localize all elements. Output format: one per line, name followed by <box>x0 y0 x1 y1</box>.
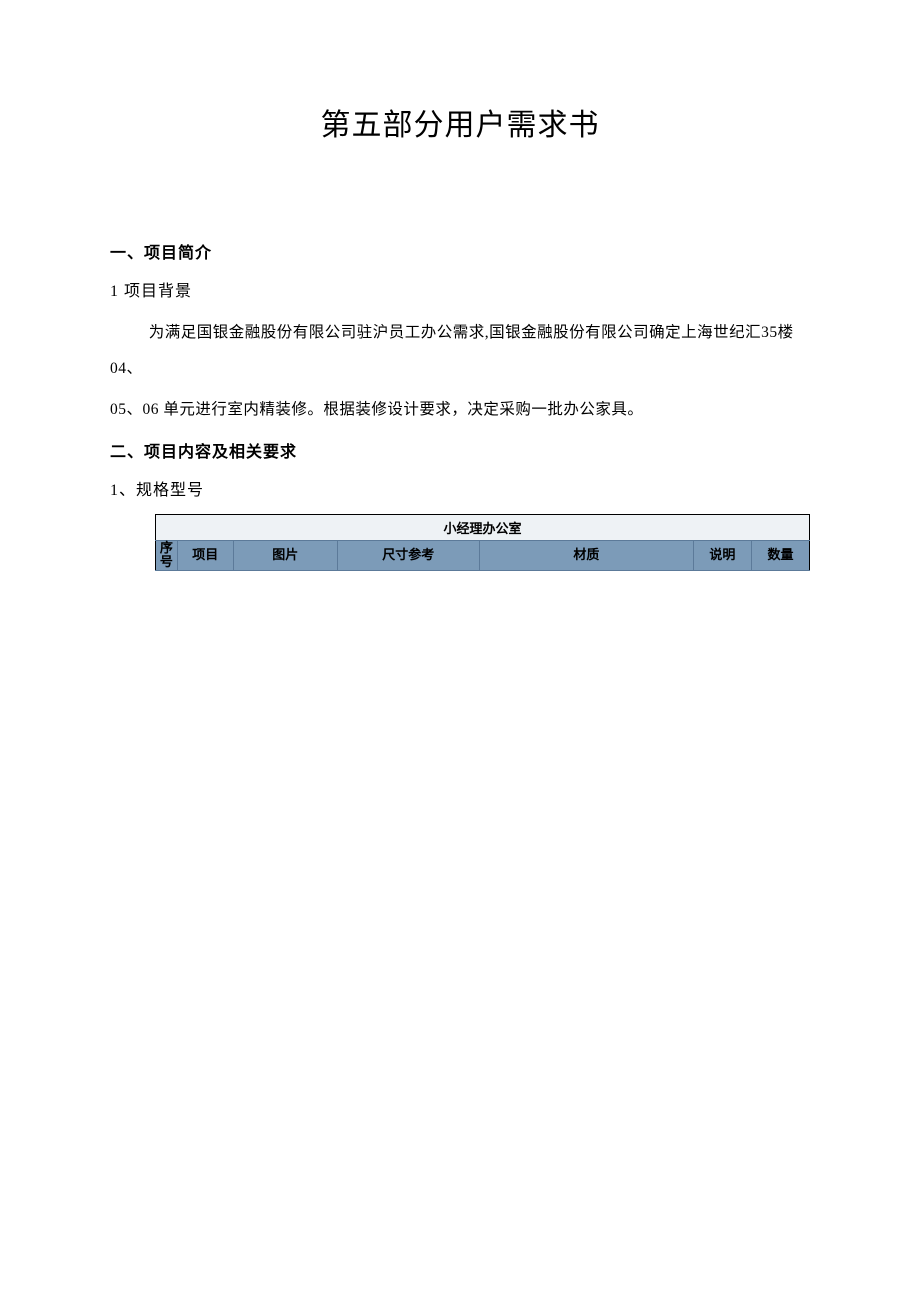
table-title-cell: 小经理办公室 <box>156 514 810 540</box>
col-size: 尺寸参考 <box>337 540 479 570</box>
spec-table-wrap: 小经理办公室 序号 项目 图片 尺寸参考 材质 说明 数量 <box>110 514 810 571</box>
document-page: 第五部分用户需求书 一、项目简介 1 项目背景 为满足国银金融股份有限公司驻沪员… <box>0 0 920 571</box>
col-material: 材质 <box>479 540 693 570</box>
section-2-heading: 二、项目内容及相关要求 <box>110 438 810 462</box>
paragraph-line-2: 05、06 单元进行室内精装修。根据装修设计要求，决定采购一批办公家具。 <box>110 392 810 428</box>
spec-table: 小经理办公室 序号 项目 图片 尺寸参考 材质 说明 数量 <box>155 514 810 571</box>
paragraph-line-1: 为满足国银金融股份有限公司驻沪员工办公需求,国银金融股份有限公司确定上海世纪汇3… <box>110 315 810 386</box>
section-1-heading: 一、项目简介 <box>110 239 810 263</box>
col-item: 项目 <box>177 540 233 570</box>
col-pic: 图片 <box>233 540 337 570</box>
col-qty: 数量 <box>751 540 809 570</box>
col-desc: 说明 <box>693 540 751 570</box>
col-seq: 序号 <box>156 540 178 570</box>
page-title: 第五部分用户需求书 <box>110 100 810 144</box>
section-2-sub: 1、规格型号 <box>110 476 810 500</box>
table-title-row: 小经理办公室 <box>156 514 810 540</box>
section-1-sub: 1 项目背景 <box>110 277 810 301</box>
table-header-row: 序号 项目 图片 尺寸参考 材质 说明 数量 <box>156 540 810 570</box>
